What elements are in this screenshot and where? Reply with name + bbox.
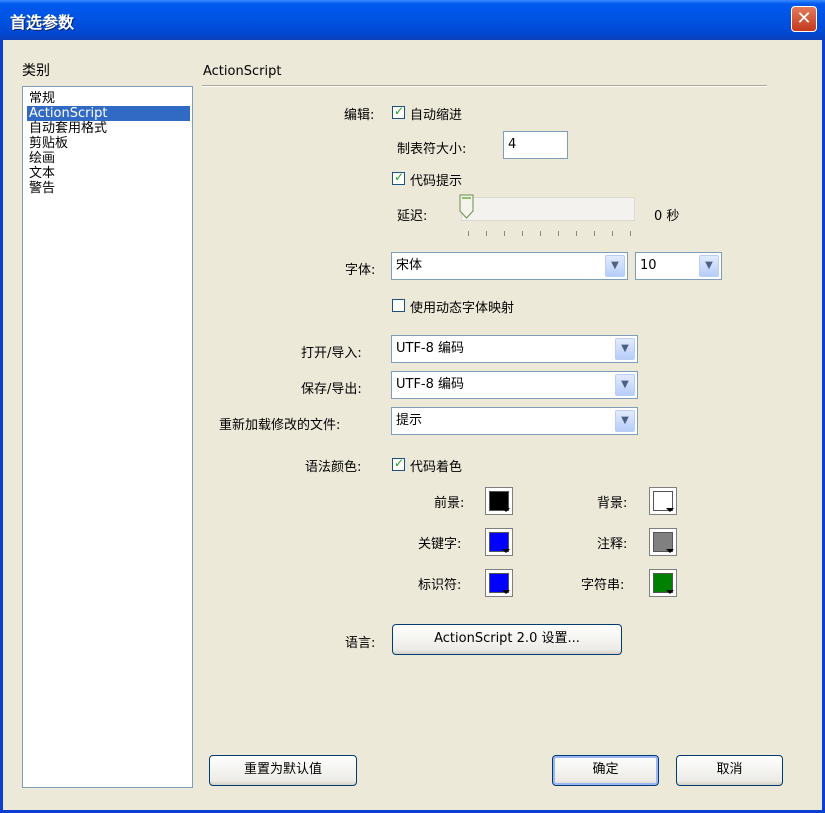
auto-indent-label: 自动缩进 <box>410 108 463 123</box>
title-bar[interactable]: 首选参数 ✕ <box>0 0 825 40</box>
close-button[interactable]: ✕ <box>791 6 817 32</box>
slider-thumb-icon <box>459 194 474 219</box>
foreground-color-swatch[interactable] <box>485 487 513 515</box>
slider-tick <box>522 231 523 236</box>
category-item-general[interactable]: 常规 <box>29 91 55 106</box>
save-export-label: 保存/导出: <box>301 382 362 397</box>
keyword-label: 关键字: <box>418 537 462 552</box>
identifier-label: 标识符: <box>418 578 462 593</box>
delay-slider-track[interactable] <box>461 197 635 221</box>
close-icon: ✕ <box>796 8 812 29</box>
comment-label: 注释: <box>597 537 628 552</box>
string-color-swatch[interactable] <box>649 569 677 597</box>
background-label: 背景: <box>597 496 628 511</box>
dropdown-arrow-icon <box>502 508 510 512</box>
auto-indent-checkbox[interactable]: ✓ <box>392 104 405 119</box>
foreground-label: 前景: <box>434 496 465 511</box>
dropdown-arrow-icon <box>502 549 510 553</box>
category-item-actionscript[interactable]: ActionScript <box>27 106 190 121</box>
save-export-value: UTF-8 编码 <box>396 377 465 392</box>
dropdown-arrow-icon <box>666 549 674 553</box>
dynamic-font-mapping-label: 使用动态字体映射 <box>410 301 515 316</box>
open-import-value: UTF-8 编码 <box>396 341 465 356</box>
language-label: 语言: <box>345 636 376 651</box>
font-label: 字体: <box>345 263 376 278</box>
identifier-color-swatch[interactable] <box>485 569 513 597</box>
dynamic-font-mapping-checkbox[interactable] <box>392 299 405 312</box>
font-size-select[interactable]: 10 ▼ <box>635 252 722 280</box>
slider-tick <box>468 231 469 236</box>
category-item-drawing[interactable]: 绘画 <box>29 151 55 166</box>
slider-tick <box>576 231 577 236</box>
code-coloring-checkbox[interactable]: ✓ <box>392 456 405 471</box>
preferences-dialog: 首选参数 ✕ 类别 常规 ActionScript 自动套用格式 剪贴板 绘画 … <box>0 0 825 813</box>
section-title: ActionScript <box>203 64 282 79</box>
actionscript-settings-button[interactable]: ActionScript 2.0 设置... <box>392 624 622 655</box>
check-icon: ✓ <box>394 456 405 470</box>
check-icon: ✓ <box>394 170 405 184</box>
category-label: 类别 <box>22 63 50 79</box>
delay-value: 0 秒 <box>654 209 680 224</box>
chevron-down-icon[interactable]: ▼ <box>615 338 635 360</box>
code-hints-checkbox[interactable]: ✓ <box>392 170 405 185</box>
dropdown-arrow-icon <box>666 508 674 512</box>
slider-tick <box>540 231 541 236</box>
reload-label: 重新加载修改的文件: <box>219 418 341 433</box>
comment-color-swatch[interactable] <box>649 528 677 556</box>
category-item-clipboard[interactable]: 剪贴板 <box>29 136 68 151</box>
category-item-warnings[interactable]: 警告 <box>29 181 55 196</box>
check-icon: ✓ <box>394 104 405 118</box>
keyword-color-swatch[interactable] <box>485 528 513 556</box>
delay-slider-thumb[interactable] <box>459 194 474 219</box>
dropdown-arrow-icon <box>666 590 674 594</box>
string-label: 字符串: <box>581 578 625 593</box>
ok-button[interactable]: 确定 <box>552 755 659 786</box>
chevron-down-icon[interactable]: ▼ <box>615 374 635 396</box>
syntax-color-label: 语法颜色: <box>305 460 362 475</box>
chevron-down-icon[interactable]: ▼ <box>605 255 625 277</box>
dropdown-arrow-icon <box>502 590 510 594</box>
tab-size-input[interactable]: 4 <box>503 131 568 159</box>
chevron-down-icon[interactable]: ▼ <box>699 255 719 277</box>
code-hints-label: 代码提示 <box>410 174 463 189</box>
slider-tick <box>486 231 487 236</box>
reset-defaults-button[interactable]: 重置为默认值 <box>209 755 357 786</box>
window-title: 首选参数 <box>10 13 75 32</box>
save-export-select[interactable]: UTF-8 编码 ▼ <box>391 371 638 399</box>
tab-size-label: 制表符大小: <box>397 142 467 157</box>
slider-tick <box>612 231 613 236</box>
delay-label: 延迟: <box>397 209 428 224</box>
reload-select[interactable]: 提示 ▼ <box>391 407 638 435</box>
section-divider <box>202 85 767 87</box>
category-item-autoformat[interactable]: 自动套用格式 <box>29 121 107 136</box>
category-list[interactable]: 常规 ActionScript 自动套用格式 剪贴板 绘画 文本 警告 <box>22 86 193 788</box>
font-family-value: 宋体 <box>396 258 423 273</box>
slider-tick <box>558 231 559 236</box>
cancel-button[interactable]: 取消 <box>676 755 783 786</box>
edit-label: 编辑: <box>344 108 375 123</box>
category-item-text[interactable]: 文本 <box>29 166 55 181</box>
open-import-label: 打开/导入: <box>301 346 362 361</box>
slider-tick <box>594 231 595 236</box>
background-color-swatch[interactable] <box>649 487 677 515</box>
chevron-down-icon[interactable]: ▼ <box>615 410 635 432</box>
slider-tick <box>630 231 631 236</box>
code-coloring-label: 代码着色 <box>410 460 463 475</box>
open-import-select[interactable]: UTF-8 编码 ▼ <box>391 335 638 363</box>
font-size-value: 10 <box>640 258 657 273</box>
font-family-select[interactable]: 宋体 ▼ <box>391 252 628 280</box>
reload-value: 提示 <box>396 413 423 428</box>
slider-tick <box>504 231 505 236</box>
